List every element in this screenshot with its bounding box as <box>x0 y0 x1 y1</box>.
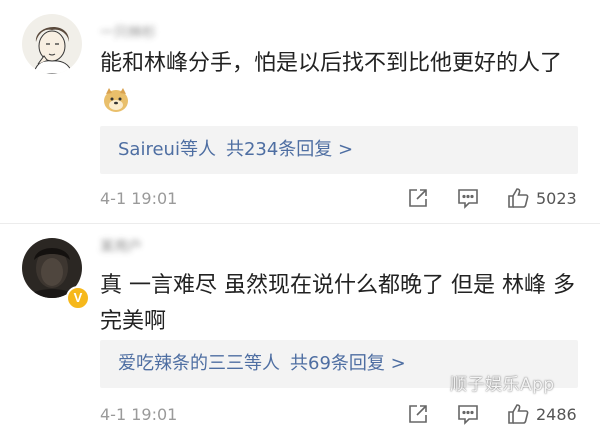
comment-icon[interactable] <box>456 402 480 426</box>
reply-usernames[interactable]: Saireui <box>118 139 180 160</box>
timestamp: 4-1 19:01 <box>100 405 178 424</box>
comment-text: 能和林峰分手，怕是以后找不到比他更好的人了 <box>100 51 563 76</box>
verified-badge: V <box>66 286 90 310</box>
reply-count-link[interactable]: 共234条回复 > <box>226 139 353 160</box>
comment-item: V 某用户 真 一言难尽 虽然现在说什么都晚了 但是 林峰 多完美啊 爱吃辣条的… <box>0 224 600 426</box>
comment-item: 一只林杉 能和林峰分手，怕是以后找不到比他更好的人了 Saireui等人 共234… <box>0 0 600 224</box>
replies-summary[interactable]: Saireui等人 共234条回复 > <box>100 126 578 174</box>
reply-suffix: 等人 <box>179 139 216 160</box>
comment-icon[interactable] <box>456 186 480 210</box>
username-text: 一只林杉 <box>100 25 156 41</box>
like-count: 2486 <box>536 405 577 424</box>
avatar[interactable] <box>22 14 82 74</box>
watermark: 顺子娱乐App <box>450 375 555 395</box>
username[interactable]: 某用户 <box>100 236 210 258</box>
like-count: 5023 <box>536 189 577 208</box>
reply-suffix: 等人 <box>244 353 280 374</box>
like-icon[interactable] <box>506 402 530 426</box>
username[interactable]: 一只林杉 <box>100 22 210 44</box>
username-text: 某用户 <box>100 239 142 255</box>
like-icon[interactable] <box>506 186 530 210</box>
reply-count-link[interactable]: 共69条回复 > <box>290 353 406 374</box>
comment-footer: 4-1 19:01 5023 <box>0 184 600 214</box>
timestamp: 4-1 19:01 <box>100 189 178 208</box>
comment-text: 真 一言难尽 虽然现在说什么都晚了 但是 林峰 多完美啊 <box>100 273 575 334</box>
share-icon[interactable] <box>406 186 430 210</box>
share-icon[interactable] <box>406 402 430 426</box>
reply-usernames[interactable]: 爱吃辣条的三三 <box>118 353 244 374</box>
doge-emoji-icon <box>102 86 130 114</box>
